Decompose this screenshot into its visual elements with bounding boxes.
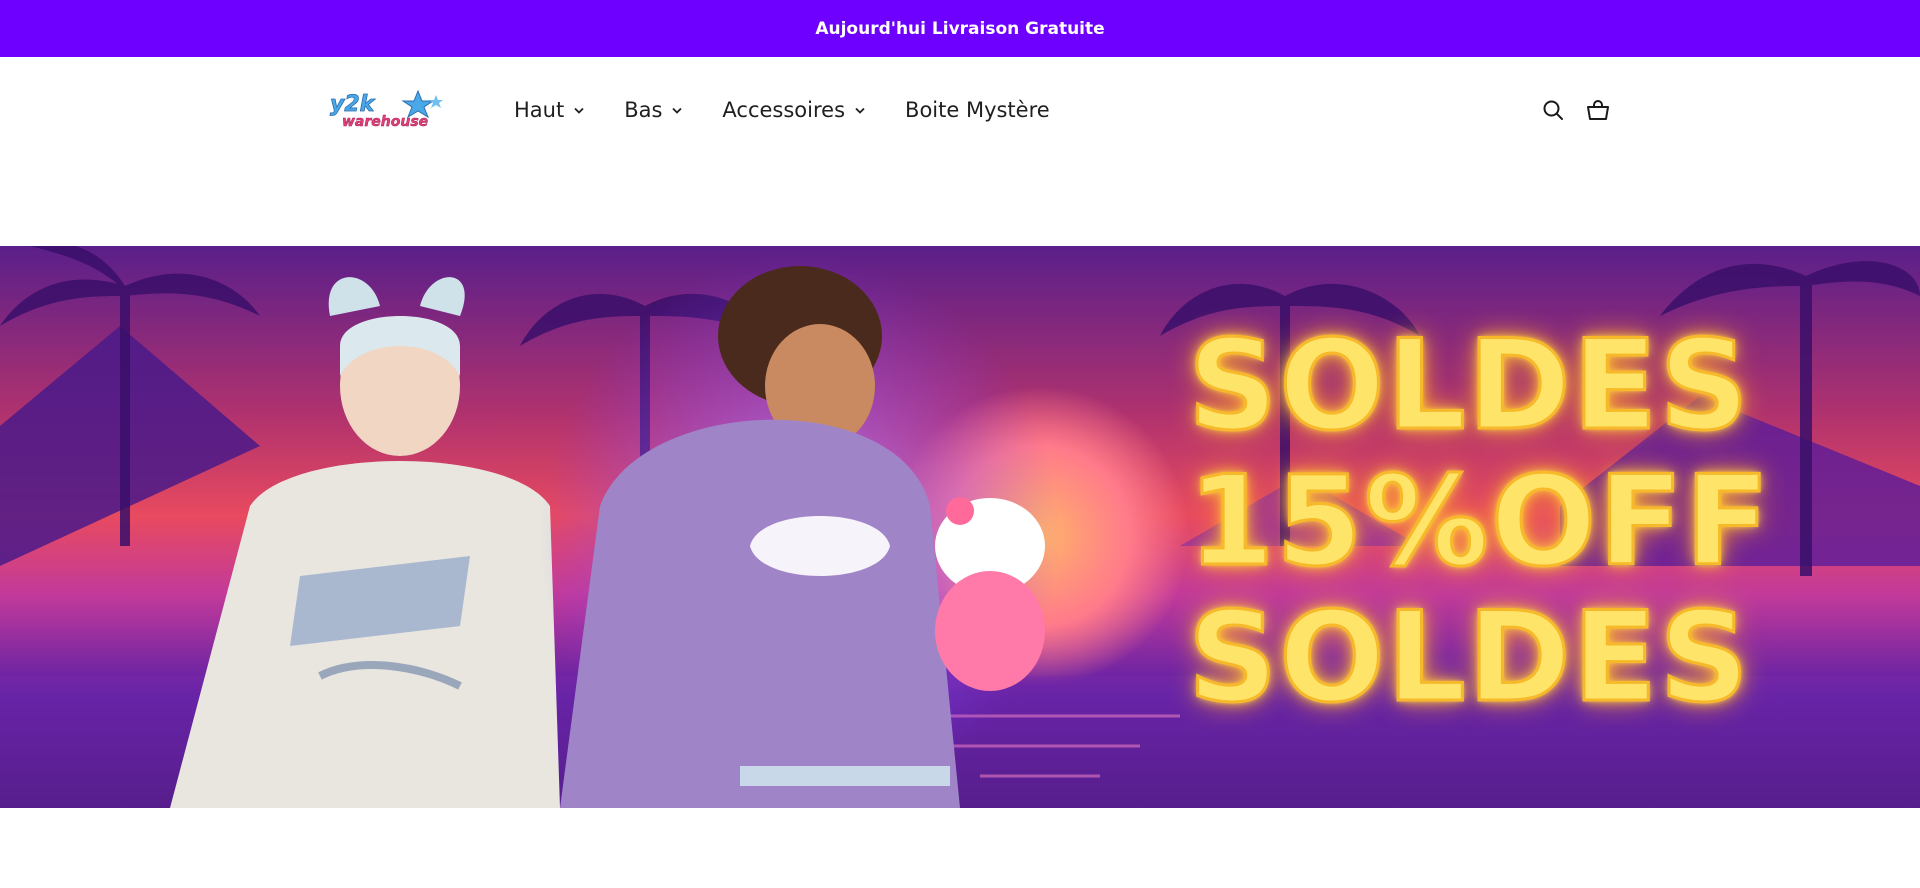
promo-line: 15%OFF xyxy=(1187,450,1772,594)
site-header: y2k warehouse Haut Bas Accessoires Boite xyxy=(0,57,1920,246)
announcement-text: Aujourd'hui Livraison Gratuite xyxy=(815,18,1105,39)
cart-icon[interactable] xyxy=(1585,97,1611,123)
chevron-down-icon xyxy=(574,107,584,114)
nav-item-boite-mystere[interactable]: Boite Mystère xyxy=(905,98,1050,122)
chevron-down-icon xyxy=(855,107,865,114)
promo-line: SOLDES xyxy=(1187,586,1751,730)
chevron-down-icon xyxy=(672,107,683,114)
logo-image: y2k warehouse xyxy=(330,89,443,129)
hero-banner[interactable]: SOLDES 15%OFF SOLDES xyxy=(0,246,1920,808)
search-icon[interactable] xyxy=(1540,97,1566,123)
promo-headline: SOLDES 15%OFF SOLDES xyxy=(1187,314,1772,730)
nav-item-accessoires[interactable]: Accessoires xyxy=(722,98,865,122)
nav-item-label: Boite Mystère xyxy=(905,98,1050,122)
main-nav: Haut Bas Accessoires Boite Mystère xyxy=(514,95,1090,125)
brand-logo[interactable]: y2k warehouse xyxy=(326,89,458,129)
header-actions xyxy=(1540,97,1611,123)
promo-line: SOLDES xyxy=(1187,314,1751,458)
svg-text:warehouse: warehouse xyxy=(342,114,428,129)
nav-item-bas[interactable]: Bas xyxy=(624,98,683,122)
nav-item-haut[interactable]: Haut xyxy=(514,98,584,122)
content-section xyxy=(0,808,1920,888)
nav-item-label: Accessoires xyxy=(722,98,846,122)
nav-item-label: Haut xyxy=(514,98,565,122)
announcement-bar: Aujourd'hui Livraison Gratuite xyxy=(0,0,1920,57)
nav-item-label: Bas xyxy=(624,98,663,122)
plush-toy xyxy=(935,497,1045,691)
